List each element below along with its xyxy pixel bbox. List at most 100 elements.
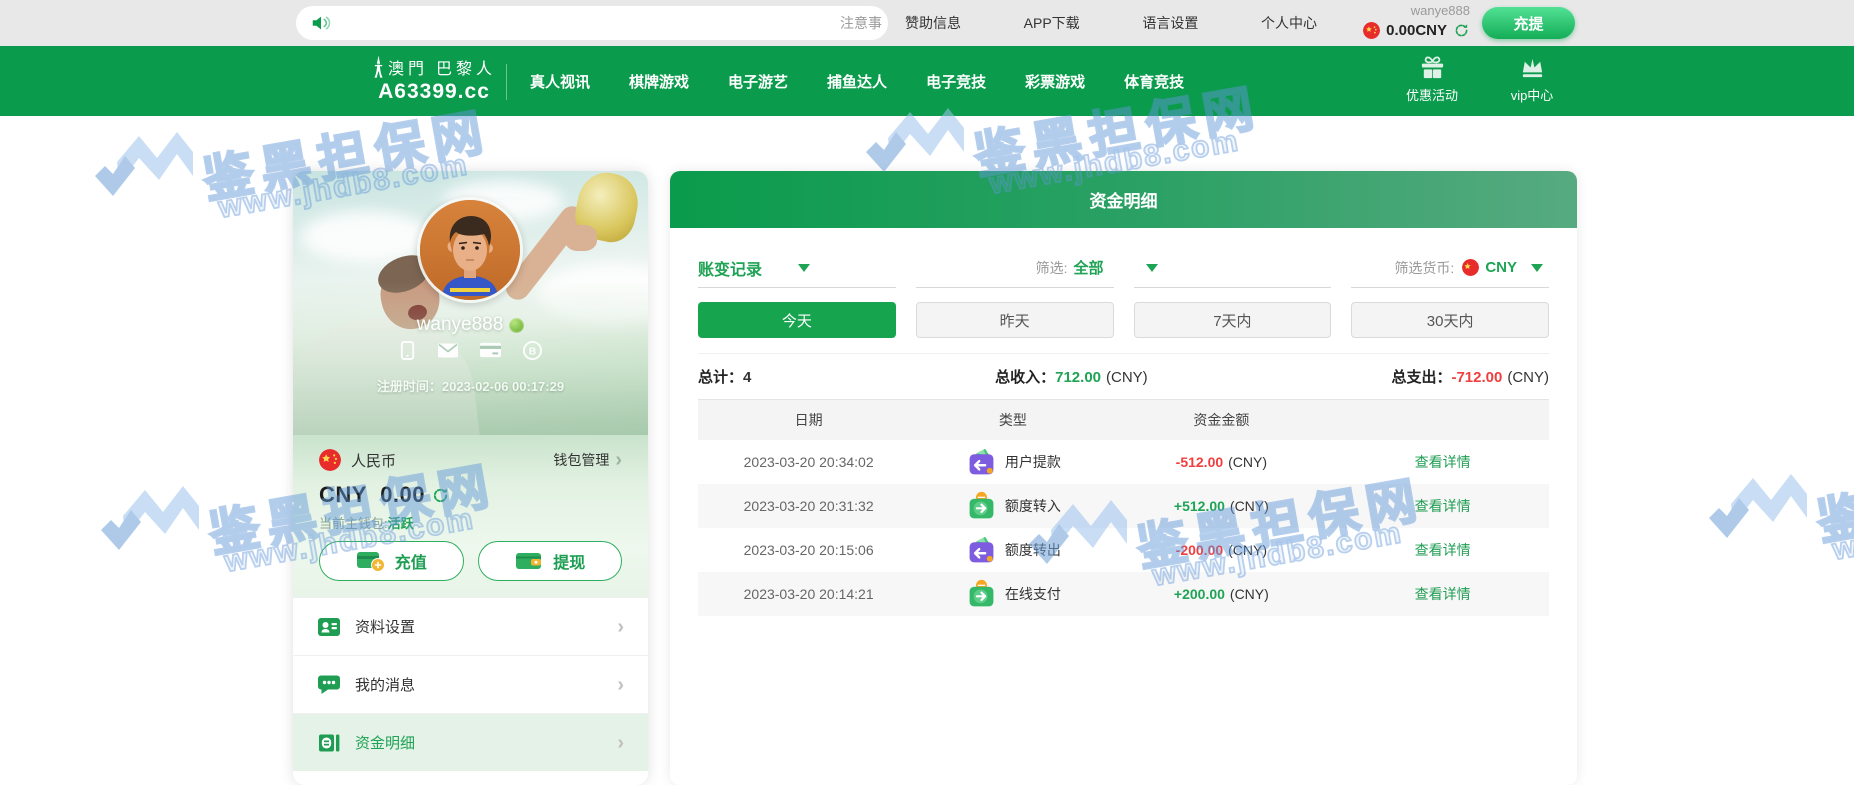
jhdb-watermark-logo-icon xyxy=(1703,466,1813,551)
view-details-link[interactable]: 查看详情 xyxy=(1415,452,1471,472)
tab-today[interactable]: 今天 xyxy=(698,302,896,338)
nav-fishing[interactable]: 捕鱼达人 xyxy=(827,71,887,92)
transaction-type: 额度转入 xyxy=(1005,496,1061,516)
transaction-date: 2023-03-20 20:31:32 xyxy=(698,498,919,514)
logo-title: 澳門 巴黎人 xyxy=(388,55,496,79)
summary-row: 总计：4 总收入：712.00(CNY) 总支出：-712.00(CNY) xyxy=(698,353,1549,400)
sidebar-item-funds-detail[interactable]: 资金明细 › xyxy=(293,713,648,771)
sidebar-menu: 资料设置 › 我的消息 › 资金明细 › xyxy=(293,597,648,771)
mail-icon[interactable] xyxy=(438,341,458,360)
incoming-wallet-icon xyxy=(965,490,998,523)
bill-icon xyxy=(317,731,341,755)
jhdb-watermark-logo-icon xyxy=(95,478,205,563)
view-details-link[interactable]: 查看详情 xyxy=(1415,584,1471,604)
tab-yesterday[interactable]: 昨天 xyxy=(916,302,1114,338)
refresh-balance-icon[interactable] xyxy=(1453,22,1470,39)
wallet-section: 人民币 钱包管理› CNY 0.00 当前主钱包:活跃 充值 提现 xyxy=(293,435,648,597)
promotions-button[interactable]: 优惠活动 xyxy=(1396,54,1468,104)
transaction-amount: -512.00 (CNY) xyxy=(1106,454,1336,470)
bank-card-icon[interactable] xyxy=(480,341,501,360)
transaction-date: 2023-03-20 20:14:21 xyxy=(698,586,919,602)
wallet-balance: CNY 0.00 xyxy=(319,482,425,508)
filter-select-label[interactable]: 筛选: 全部 xyxy=(916,248,1114,288)
topbar-user-info: wanye888 0.00CNY xyxy=(1358,3,1470,39)
transaction-amount: +512.00 (CNY) xyxy=(1106,498,1336,514)
deposit-wallet-icon xyxy=(356,549,386,573)
link-language-settings[interactable]: 语言设置 xyxy=(1142,13,1198,33)
link-sponsor-info[interactable]: 赞助信息 xyxy=(905,13,961,33)
watermark: 鉴黑担保网 www.jhdb8.com xyxy=(1703,466,1854,606)
transaction-amount: +200.00 (CNY) xyxy=(1106,586,1336,602)
promotions-label: 优惠活动 xyxy=(1406,85,1458,104)
withdraw-button[interactable]: 提现 xyxy=(478,541,623,581)
transaction-row: 2023-03-20 20:15:06 额度转出 -200.00 (CNY) 查… xyxy=(698,528,1549,572)
transaction-row: 2023-03-20 20:31:32 额度转入 +512.00 (CNY) 查… xyxy=(698,484,1549,528)
nav-lottery[interactable]: 彩票游戏 xyxy=(1025,71,1085,92)
cny-flag-icon xyxy=(1462,259,1479,276)
transaction-row: 2023-03-20 20:34:02 用户提款 -512.00 (CNY) 查… xyxy=(698,440,1549,484)
view-details-link[interactable]: 查看详情 xyxy=(1415,540,1471,560)
deposit-withdraw-button[interactable]: 充提 xyxy=(1482,7,1575,39)
speaker-icon xyxy=(310,12,332,34)
chat-bubble-icon xyxy=(317,673,341,697)
crown-icon xyxy=(1519,54,1546,81)
wallet-manage-link[interactable]: 钱包管理› xyxy=(553,450,622,470)
vip-label: vip中心 xyxy=(1511,85,1554,104)
phone-icon[interactable] xyxy=(399,341,416,360)
nav-sports[interactable]: 体育竞技 xyxy=(1124,71,1184,92)
topbar-links: 赞助信息 APP下载 语言设置 个人中心 xyxy=(905,0,1317,46)
chevron-right-icon: › xyxy=(617,617,624,637)
page: 注意事 赞助信息 APP下载 语言设置 个人中心 wanye888 0.00CN… xyxy=(0,0,1854,785)
tab-7-days[interactable]: 7天内 xyxy=(1134,302,1332,338)
nav-items: 真人视讯 棋牌游戏 电子游艺 捕鱼达人 电子竞技 彩票游戏 体育竞技 xyxy=(530,46,1184,116)
profile-sidebar: wanye888 B 注册时间：2023-02-06 00:17:29 人民币 … xyxy=(293,171,648,785)
contact-icons: B xyxy=(293,341,648,360)
rmb-flag-icon xyxy=(319,449,341,471)
link-personal-center[interactable]: 个人中心 xyxy=(1261,13,1317,33)
summary-total: 总计：4 xyxy=(698,366,751,387)
transaction-date: 2023-03-20 20:34:02 xyxy=(698,454,919,470)
transaction-type: 在线支付 xyxy=(1005,584,1061,604)
record-type-select[interactable]: 账变记录 xyxy=(698,248,896,288)
topbar: 注意事 赞助信息 APP下载 语言设置 个人中心 wanye888 0.00CN… xyxy=(0,0,1854,46)
transaction-date: 2023-03-20 20:15:06 xyxy=(698,542,919,558)
main-wallet-status: 当前主钱包:活跃 xyxy=(319,513,622,532)
filter-select-caret[interactable] xyxy=(1134,248,1332,288)
nav-slots[interactable]: 电子游艺 xyxy=(728,71,788,92)
vip-center-button[interactable]: vip中心 xyxy=(1496,54,1568,104)
svg-text:B: B xyxy=(529,346,537,357)
view-details-link[interactable]: 查看详情 xyxy=(1415,496,1471,516)
sidebar-item-profile-settings[interactable]: 资料设置 › xyxy=(293,597,648,655)
marquee-text: 注意事 xyxy=(840,6,882,40)
main-navbar: 澳門 巴黎人 A63399.cc 真人视讯 棋牌游戏 电子游艺 捕鱼达人 电子竞… xyxy=(0,46,1854,116)
caret-down-icon xyxy=(1146,264,1158,272)
eiffel-tower-icon xyxy=(372,55,385,79)
funds-detail-panel: 资金明细 账变记录 筛选: 全部 筛选货币: CNY xyxy=(670,171,1577,785)
withdraw-wallet-icon xyxy=(514,549,544,573)
panel-title: 资金明细 xyxy=(670,171,1577,228)
id-card-icon xyxy=(317,615,341,639)
nav-divider xyxy=(506,64,507,100)
register-time: 注册时间：2023-02-06 00:17:29 xyxy=(293,376,648,395)
nav-live-casino[interactable]: 真人视讯 xyxy=(530,71,590,92)
cny-flag-icon xyxy=(1363,22,1380,39)
deposit-button[interactable]: 充值 xyxy=(319,541,464,581)
wallet-refresh-icon[interactable] xyxy=(431,486,450,505)
link-app-download[interactable]: APP下载 xyxy=(1024,13,1080,33)
chevron-right-icon: › xyxy=(615,450,622,470)
profile-cover-photo: wanye888 B 注册时间：2023-02-06 00:17:29 xyxy=(293,171,648,435)
currency-select[interactable]: 筛选货币: CNY xyxy=(1351,248,1549,288)
gift-icon xyxy=(1419,54,1446,81)
sidebar-item-my-messages[interactable]: 我的消息 › xyxy=(293,655,648,713)
nav-esports[interactable]: 电子竞技 xyxy=(926,71,986,92)
chevron-right-icon: › xyxy=(617,733,624,753)
transaction-row: 2023-03-20 20:14:21 在线支付 +200.00 (CNY) 查… xyxy=(698,572,1549,616)
table-body: 2023-03-20 20:34:02 用户提款 -512.00 (CNY) 查… xyxy=(698,440,1549,616)
bitcoin-icon[interactable]: B xyxy=(523,341,542,360)
avatar[interactable] xyxy=(417,197,523,303)
incoming-wallet-icon xyxy=(965,578,998,611)
nav-board-games[interactable]: 棋牌游戏 xyxy=(629,71,689,92)
topbar-username: wanye888 xyxy=(1411,3,1470,19)
tab-30-days[interactable]: 30天内 xyxy=(1351,302,1549,338)
site-logo[interactable]: 澳門 巴黎人 A63399.cc xyxy=(372,55,496,104)
